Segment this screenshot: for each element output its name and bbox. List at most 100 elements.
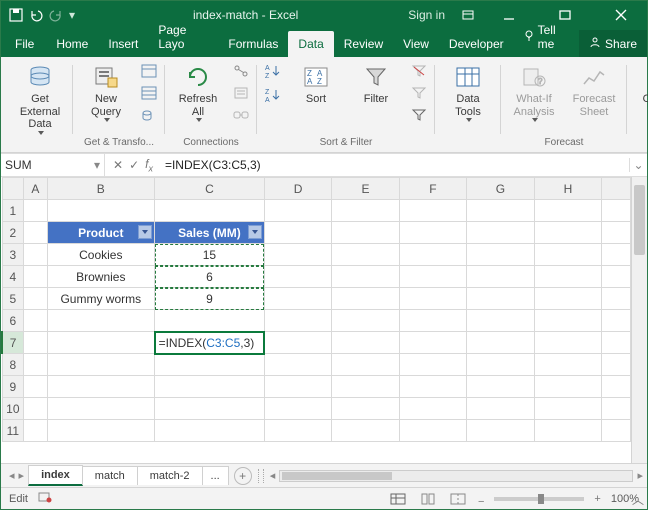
cell[interactable]	[399, 288, 466, 310]
signin-link[interactable]: Sign in	[408, 8, 445, 22]
properties-icon[interactable]	[231, 83, 251, 103]
cell[interactable]	[24, 288, 47, 310]
get-external-data-button[interactable]: Get External Data	[13, 61, 67, 135]
cell[interactable]	[399, 310, 466, 332]
cell[interactable]	[155, 376, 265, 398]
sheet-tab-index[interactable]: index	[28, 465, 83, 486]
cell[interactable]	[602, 398, 631, 420]
close-button[interactable]	[599, 1, 643, 29]
cell[interactable]	[332, 398, 399, 420]
normal-view-icon[interactable]	[388, 491, 408, 507]
macro-record-icon[interactable]	[38, 491, 52, 506]
row-header[interactable]: 7	[2, 332, 24, 354]
cell[interactable]	[264, 332, 331, 354]
cell[interactable]	[264, 288, 331, 310]
hscroll-left-icon[interactable]: ◂	[270, 469, 276, 482]
page-layout-view-icon[interactable]	[418, 491, 438, 507]
cell[interactable]	[332, 244, 399, 266]
col-header[interactable]: B	[47, 178, 155, 200]
cell[interactable]	[332, 200, 399, 222]
cell[interactable]	[602, 354, 631, 376]
select-all-corner[interactable]	[2, 178, 24, 200]
formula-bar-input[interactable]: =INDEX(C3:C5,3)	[161, 158, 629, 172]
cell[interactable]	[399, 376, 466, 398]
cell[interactable]	[47, 332, 155, 354]
tab-page-layout[interactable]: Page Layo	[148, 17, 218, 57]
table-header-product[interactable]: Product	[47, 222, 155, 244]
edit-links-icon[interactable]	[231, 105, 251, 125]
cell[interactable]	[264, 376, 331, 398]
from-table-icon[interactable]	[139, 83, 159, 103]
cell[interactable]	[534, 376, 601, 398]
row-header[interactable]: 5	[2, 288, 24, 310]
refresh-all-button[interactable]: Refresh All	[171, 61, 225, 122]
cell[interactable]	[399, 332, 466, 354]
fx-icon[interactable]: fx	[145, 157, 153, 173]
cell[interactable]	[534, 266, 601, 288]
tab-formulas[interactable]: Formulas	[218, 31, 288, 57]
cell[interactable]	[24, 266, 47, 288]
zoom-slider-thumb[interactable]	[538, 494, 544, 504]
col-header[interactable]: C	[155, 178, 265, 200]
cell[interactable]	[602, 376, 631, 398]
cell[interactable]	[534, 244, 601, 266]
cell[interactable]: Brownies	[47, 266, 155, 288]
cell[interactable]	[467, 420, 535, 442]
cell[interactable]	[534, 288, 601, 310]
sheet-next-icon[interactable]: ▸	[19, 469, 25, 482]
share-button[interactable]: Share	[579, 30, 647, 57]
cell[interactable]	[47, 310, 155, 332]
cell[interactable]	[467, 376, 535, 398]
scrollbar-thumb[interactable]	[634, 185, 645, 255]
page-break-view-icon[interactable]	[448, 491, 468, 507]
tab-developer[interactable]: Developer	[439, 31, 514, 57]
cell[interactable]: 15	[155, 244, 265, 266]
sheet-tab-match[interactable]: match	[82, 466, 138, 485]
tab-home[interactable]: Home	[46, 31, 98, 57]
cell[interactable]: Cookies	[47, 244, 155, 266]
cell[interactable]	[155, 200, 265, 222]
hscroll-thumb[interactable]	[282, 472, 392, 480]
cell[interactable]	[332, 420, 399, 442]
cell[interactable]	[602, 200, 631, 222]
cell[interactable]	[332, 354, 399, 376]
tab-review[interactable]: Review	[334, 31, 393, 57]
zoom-out-icon[interactable]: −	[478, 490, 484, 508]
cell[interactable]	[534, 420, 601, 442]
sheet-prev-icon[interactable]: ◂	[9, 469, 15, 482]
cell[interactable]	[467, 266, 535, 288]
row-header[interactable]: 6	[2, 310, 24, 332]
recent-sources-icon[interactable]	[139, 105, 159, 125]
cell[interactable]	[399, 244, 466, 266]
cell[interactable]	[24, 420, 47, 442]
cell[interactable]: Gummy worms	[47, 288, 155, 310]
undo-icon[interactable]	[29, 8, 43, 22]
hscroll-right-icon[interactable]: ▸	[637, 469, 643, 482]
cell[interactable]	[602, 222, 631, 244]
cell[interactable]	[602, 332, 631, 354]
sort-asc-icon[interactable]: AZ	[263, 61, 283, 81]
cell[interactable]	[47, 398, 155, 420]
cell[interactable]	[534, 200, 601, 222]
cell[interactable]	[24, 332, 47, 354]
advanced-filter-icon[interactable]	[409, 105, 429, 125]
tab-scroll-split[interactable]	[258, 469, 264, 483]
cell[interactable]	[47, 200, 155, 222]
cell[interactable]	[467, 310, 535, 332]
tab-file[interactable]: File	[5, 31, 44, 57]
cell[interactable]	[602, 244, 631, 266]
cell[interactable]	[534, 310, 601, 332]
cell[interactable]	[264, 200, 331, 222]
row-header[interactable]: 3	[2, 244, 24, 266]
grid-scroll[interactable]: A B C D E F G H 1 2 Product Sales (MM) 3…	[1, 177, 631, 463]
filter-dropdown-icon[interactable]	[248, 225, 262, 239]
cell[interactable]	[47, 420, 155, 442]
sort-button[interactable]: ZAAZ Sort	[289, 61, 343, 106]
cell[interactable]	[47, 354, 155, 376]
cell[interactable]	[332, 332, 399, 354]
cell[interactable]	[467, 244, 535, 266]
cell[interactable]	[534, 222, 601, 244]
enter-icon[interactable]: ✓	[129, 158, 139, 172]
tab-data[interactable]: Data	[288, 31, 333, 57]
cell[interactable]	[602, 266, 631, 288]
